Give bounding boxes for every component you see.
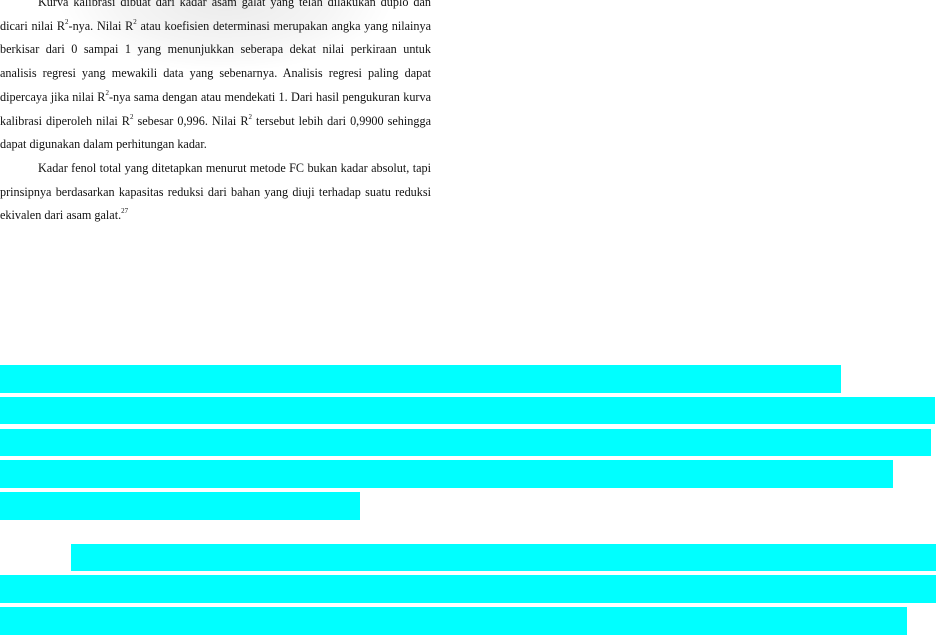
redaction-block [0,607,907,635]
paragraph-text: sebesar 0,996. Nilai R [133,113,249,128]
redaction-block [0,429,931,456]
redaction-block [0,397,935,424]
redaction-block [0,492,360,520]
paragraph-text: Kadar fenol total yang ditetapkan menuru… [0,160,431,223]
redaction-block [71,544,936,571]
paragraph-total-phenol: Kadar fenol total yang ditetapkan menuru… [0,157,431,228]
redaction-block [0,575,936,603]
paragraph-calibration-curve: Kurva kalibrasi dibuat dari kadar asam g… [0,0,431,157]
redaction-block [0,365,841,393]
paragraph-text: -nya. Nilai R [68,18,134,33]
footnote-reference: 27 [121,207,129,216]
document-body: Kurva kalibrasi dibuat dari kadar asam g… [0,0,431,228]
redaction-block [0,460,893,488]
